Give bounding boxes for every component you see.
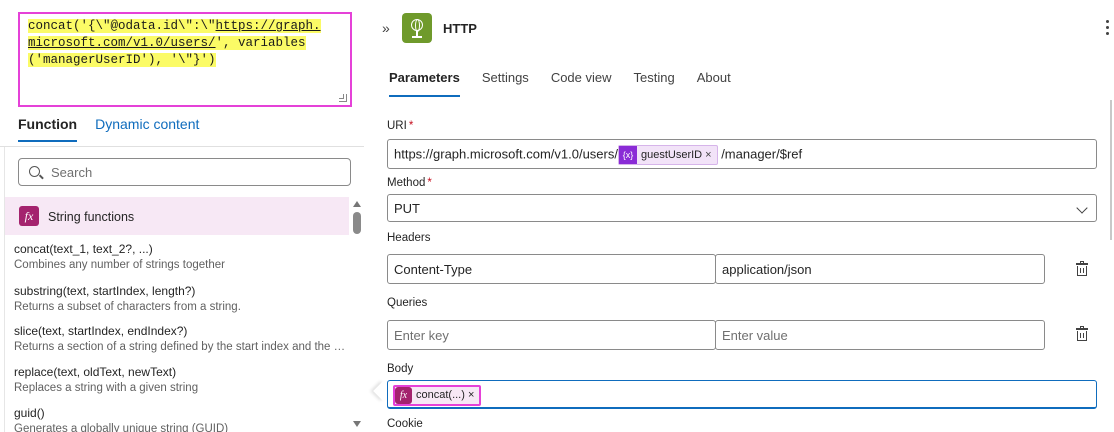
- function-name: slice(text, startIndex, endIndex?): [14, 324, 188, 338]
- body-field[interactable]: fx concat(...) ×: [387, 380, 1097, 409]
- scroll-down-icon[interactable]: [353, 421, 361, 427]
- collapse-chevron-icon[interactable]: »: [382, 20, 390, 36]
- expression-line-2-url: microsoft.com/v1.0/users/: [28, 36, 216, 50]
- function-item-slice[interactable]: slice(text, startIndex, endIndex?) Retur…: [14, 324, 346, 353]
- uri-label-text: URI: [387, 120, 407, 132]
- fx-icon: fx: [19, 206, 39, 226]
- function-tabs: Function Dynamic content: [18, 116, 199, 142]
- uri-prefix: https://graph.microsoft.com/v1.0/users/: [394, 146, 618, 162]
- function-list-scrollbar[interactable]: [352, 200, 362, 432]
- expression-line-1-start: concat('{\"@odata.id\":\": [28, 19, 216, 33]
- query-value-field[interactable]: Enter value: [715, 320, 1045, 350]
- function-name: substring(text, startIndex, length?): [14, 284, 196, 298]
- method-label-text: Method: [387, 177, 426, 189]
- scroll-thumb[interactable]: [353, 212, 361, 234]
- function-description: Returns a subset of characters from a st…: [14, 301, 241, 313]
- tab-function[interactable]: Function: [18, 116, 78, 142]
- search-placeholder: Search: [51, 165, 93, 180]
- function-name: replace(text, oldText, newText): [14, 365, 177, 379]
- expression-token[interactable]: fx concat(...) ×: [393, 385, 482, 406]
- search-icon: [29, 166, 40, 177]
- method-value: PUT: [394, 201, 420, 216]
- function-item-substring[interactable]: substring(text, startIndex, length?) Ret…: [14, 284, 346, 313]
- category-label: String functions: [48, 210, 135, 224]
- more-options-icon[interactable]: [1106, 20, 1109, 36]
- function-description: Generates a globally unique string (GUID…: [14, 423, 229, 432]
- header-key-field[interactable]: Content-Type: [387, 254, 716, 284]
- chevron-down-icon: [1076, 202, 1088, 214]
- tab-dynamic-content[interactable]: Dynamic content: [95, 116, 199, 142]
- tab-about[interactable]: About: [697, 70, 731, 97]
- required-marker: *: [427, 177, 432, 189]
- header-value-value: application/json: [722, 262, 812, 277]
- variable-token[interactable]: {x} guestUserID ×: [617, 145, 718, 165]
- category-string-functions[interactable]: fx String functions: [5, 197, 349, 235]
- tab-parameters[interactable]: Parameters: [389, 70, 460, 97]
- header-key-value: Content-Type: [394, 262, 473, 277]
- panel-scrollbar[interactable]: [1110, 100, 1112, 240]
- divider: [0, 146, 364, 147]
- remove-token-icon[interactable]: ×: [705, 149, 711, 161]
- function-description: Returns a section of a string defined by…: [14, 341, 346, 353]
- expression-line-3: ('managerUserID'), '\"}'): [28, 53, 216, 67]
- required-marker: *: [408, 120, 414, 132]
- expression-text[interactable]: concat('{\"@odata.id\":\"https://graph. …: [28, 18, 342, 69]
- query-key-field[interactable]: Enter key: [387, 320, 716, 350]
- action-title[interactable]: HTTP: [443, 21, 477, 36]
- tab-code-view[interactable]: Code view: [551, 70, 612, 97]
- uri-suffix: /manager/$ref: [721, 146, 803, 162]
- remove-token-icon[interactable]: ×: [468, 389, 474, 401]
- expression-line-1-url: https://graph.: [215, 19, 321, 33]
- headers-label: Headers: [387, 232, 431, 244]
- fx-icon: fx: [395, 387, 412, 404]
- function-description: Replaces a string with a given string: [14, 382, 199, 394]
- globe-icon: [402, 13, 432, 43]
- function-item-guid[interactable]: guid() Generates a globally unique strin…: [14, 406, 346, 432]
- function-item-concat[interactable]: concat(text_1, text_2?, ...) Combines an…: [14, 242, 346, 271]
- queries-label: Queries: [387, 297, 428, 309]
- tab-testing[interactable]: Testing: [634, 70, 675, 97]
- function-description: Combines any number of strings together: [14, 259, 225, 271]
- query-value-placeholder: Enter value: [722, 328, 788, 343]
- body-label: Body: [387, 363, 414, 375]
- scroll-up-icon[interactable]: [353, 201, 361, 207]
- uri-content: https://graph.microsoft.com/v1.0/users/{…: [394, 145, 802, 165]
- method-dropdown[interactable]: PUT: [387, 194, 1097, 222]
- resize-grip-icon[interactable]: [339, 94, 347, 102]
- cookie-label: Cookie: [387, 418, 423, 430]
- function-name: concat(text_1, text_2?, ...): [14, 242, 153, 256]
- search-input[interactable]: Search: [18, 158, 351, 186]
- header-value-field[interactable]: application/json: [715, 254, 1045, 284]
- tab-settings[interactable]: Settings: [482, 70, 529, 97]
- variable-icon: {x}: [618, 146, 637, 164]
- action-tabs: Parameters Settings Code view Testing Ab…: [389, 70, 753, 97]
- expression-editor[interactable]: concat('{\"@odata.id\":\"https://graph. …: [18, 12, 352, 107]
- token-label: concat(...): [416, 389, 465, 401]
- method-label: Method *: [387, 177, 432, 189]
- uri-field[interactable]: https://graph.microsoft.com/v1.0/users/{…: [387, 139, 1097, 169]
- delete-icon[interactable]: [1075, 326, 1089, 342]
- function-item-replace[interactable]: replace(text, oldText, newText) Replaces…: [14, 365, 346, 394]
- expression-line-2-end: ', variables: [215, 36, 306, 50]
- function-name: guid(): [14, 406, 45, 420]
- query-key-placeholder: Enter key: [394, 328, 449, 343]
- delete-icon[interactable]: [1075, 261, 1089, 277]
- uri-label: URI *: [387, 120, 413, 132]
- token-label: guestUserID: [640, 149, 703, 161]
